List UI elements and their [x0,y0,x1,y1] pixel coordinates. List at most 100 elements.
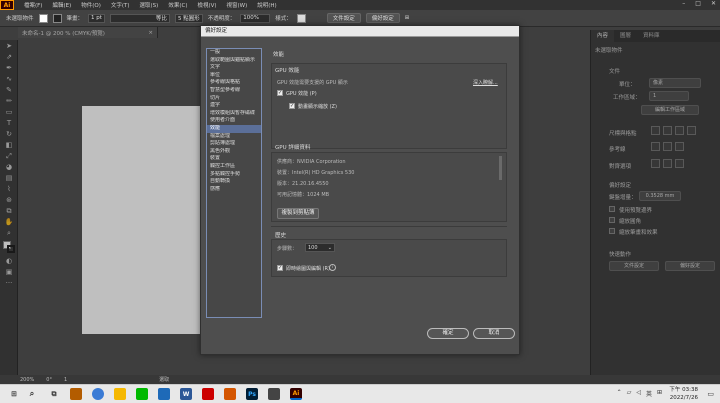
category-list: 一般 選取範圍與錨點顯示 文字 單位 參考線與格點 智慧型參考線 切片 連字 增… [206,48,262,318]
preferences-button[interactable]: 偏好設定 [365,13,400,23]
gpu-performance-checkbox[interactable]: ✓ [277,90,283,96]
menu-view[interactable]: 檢視(V) [197,1,216,9]
window-controls: – □ ✕ [682,0,716,7]
gpu-device: 裝置：Intel(R) HD Graphics 530 [277,170,355,176]
task-view-icon[interactable]: ⧉ [48,388,60,400]
app-icon-dark[interactable] [268,388,280,400]
menu-type[interactable]: 文字(T) [111,1,130,9]
category-item[interactable]: 智慧型參考線 [207,87,261,95]
realtime-drawing-label: 即時繪圖與編輯 (R) [286,266,330,272]
rotation-angle[interactable]: 0° [46,377,52,383]
app-icon-red[interactable] [202,388,214,400]
maximize-icon[interactable]: □ [695,0,701,7]
menu-help[interactable]: 說明(H) [257,1,276,9]
category-item[interactable]: 剪貼簿處理 [207,140,261,148]
copy-to-clipboard-button[interactable]: 複製到剪貼簿 [277,208,319,219]
history-states-label: 步驟數： [277,246,298,252]
clock[interactable]: 下午 03:38 2022/7/26 [669,386,698,402]
gpu-group-title: GPU 效能 [275,68,300,74]
category-item[interactable]: 連字 [207,102,261,110]
menu-window[interactable]: 視窗(W) [227,1,248,9]
menu-effect[interactable]: 效果(C) [168,1,187,9]
volume-icon[interactable]: ◁ [636,389,641,398]
photoshop-icon[interactable]: Ps [246,388,258,400]
category-item[interactable]: 一般 [207,49,261,57]
animated-zoom-label: 動畫顯示縮放 (Z) [298,104,337,110]
gpu-detail-title: GPU 詳細資料 [275,145,311,151]
app-icon-1[interactable] [70,388,82,400]
close-icon[interactable]: ✕ [711,0,716,7]
chrome-icon[interactable] [92,388,104,400]
current-tool: 選取 [159,377,170,383]
category-item-performance[interactable]: 效能 [207,124,261,133]
history-states-value: 100 [308,244,318,251]
menu-bar: Ai 檔案(F) 編輯(E) 物件(O) 文字(T) 選取(S) 效果(C) 檢… [0,0,720,10]
category-item[interactable]: 多點觸控手勢 [207,171,261,179]
opacity-field[interactable]: 100% [240,13,271,23]
notification-icon[interactable]: ▭ [707,390,714,398]
ime-mode-icon[interactable]: ⊞ [657,389,662,398]
word-icon[interactable]: W [180,388,192,400]
illustrator-taskbar-icon[interactable]: Ai [290,388,302,400]
info-icon[interactable]: i [329,264,336,271]
gpu-memory: 可用記憶體：1024 MB [277,192,330,198]
category-item[interactable]: 參考線與格點 [207,79,261,87]
category-item[interactable]: 切片 [207,95,261,103]
menu-object[interactable]: 物件(O) [81,1,101,9]
artboard-number[interactable]: 1 [64,377,67,383]
ok-button[interactable]: 確定 [427,328,469,339]
category-item[interactable]: 黑色外觀 [207,148,261,156]
selection-status: 未選取物件 [6,16,34,22]
style-label: 樣式： [275,16,292,22]
minimize-icon[interactable]: – [682,0,685,7]
variable-width-profile[interactable]: 5 點圓形 [174,13,203,23]
stroke-weight-field[interactable]: 1 pt [88,13,105,23]
detail-scrollbar[interactable] [499,156,502,180]
gpu-vendor: 供應商：NVIDIA Corporation [277,159,346,165]
menu-select[interactable]: 選取(S) [140,1,159,9]
start-icon[interactable]: ⊞ [8,388,20,400]
dialog-title: 偏好設定 [201,26,519,37]
status-bar: 200% 0° 1 選取 [0,375,720,384]
gpu-version: 版本：21.20.16.4550 [277,181,329,187]
calendar-icon[interactable] [158,388,170,400]
zoom-level[interactable]: 200% [20,377,34,383]
chevron-down-icon: ⌄ [327,244,332,251]
realtime-drawing-checkbox[interactable]: ✓ [277,265,283,271]
line-icon[interactable] [136,388,148,400]
category-item[interactable]: 檔案處理 [207,133,261,141]
file-explorer-icon[interactable] [114,388,126,400]
category-item[interactable]: 使用者介面 [207,117,261,125]
brush-definition[interactable]: 等比 [109,13,170,23]
category-item[interactable]: 增效模組與暫存磁碟 [207,110,261,118]
ime-language[interactable]: 英 [646,389,652,398]
opacity-label[interactable]: 不透明度： [208,14,236,22]
chevron-up-icon[interactable]: ⌃ [617,389,622,398]
learn-more-link[interactable]: 深入瞭解... [473,79,498,86]
category-item[interactable]: 文字 [207,64,261,72]
category-item[interactable]: 觸控工作區 [207,163,261,171]
menu-edit[interactable]: 編輯(E) [52,1,71,9]
history-states-select[interactable]: 100 ⌄ [305,243,335,252]
system-tray: ⌃ ▱ ◁ 英 ⊞ [617,389,662,398]
style-swatch[interactable] [296,13,306,23]
history-title: 歷史 [275,233,287,239]
menu-file[interactable]: 檔案(F) [24,1,42,9]
arrange-icon[interactable]: ⊞ [405,15,410,21]
document-setup-button[interactable]: 文件設定 [326,13,361,23]
app-icon-orange[interactable] [224,388,236,400]
category-item[interactable]: 單位 [207,72,261,80]
category-item[interactable]: 選取範圍與錨點顯示 [207,57,261,65]
animated-zoom-checkbox[interactable]: ✓ [289,103,295,109]
stroke-label: 筆畫： [66,16,84,22]
illustrator-logo: Ai [0,0,14,10]
stroke-swatch[interactable] [52,13,62,23]
network-icon[interactable]: ▱ [627,389,632,398]
search-icon[interactable]: ⌕ [26,388,38,400]
cancel-button[interactable]: 取消 [473,328,515,339]
fill-swatch[interactable] [38,13,48,23]
category-item[interactable]: 裝置 [207,155,261,163]
category-item[interactable]: 自動轉換 [207,178,261,186]
gpu-performance-label: GPU 效能 (P) [286,91,317,97]
category-item[interactable]: 感應 [207,186,261,194]
